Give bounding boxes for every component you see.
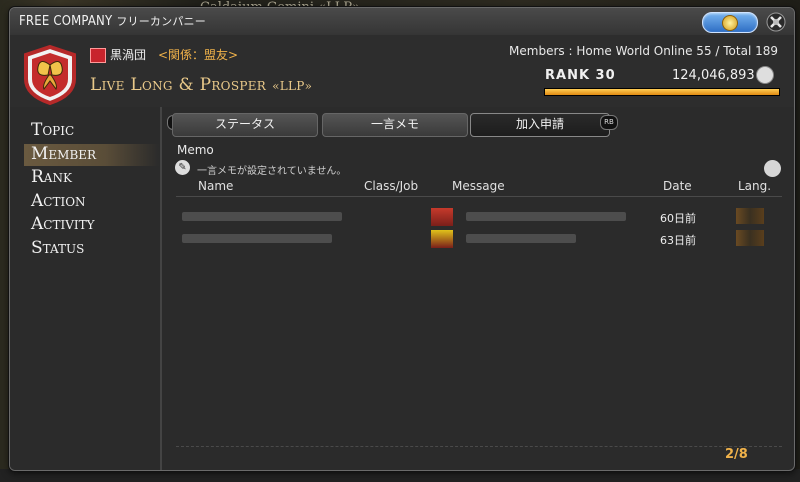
member-panel: LB ステータス 一言メモ 加入申請 RB Memo ✎ 一言メモが設定されてい… [162,107,794,470]
col-header-message[interactable]: Message [452,179,505,193]
window-title: FREE COMPANY フリーカンパニー [19,13,206,29]
tab-applications[interactable]: 加入申請 [470,113,610,137]
tab-memo[interactable]: 一言メモ [322,113,468,137]
col-header-name[interactable]: Name [198,179,233,193]
tab-bar: LB ステータス 一言メモ 加入申請 RB [162,113,618,137]
blurred-player-name [182,234,332,243]
col-header-date[interactable]: Date [663,179,692,193]
grand-company-icon [90,48,106,63]
memo-label: Memo [177,143,214,157]
window-title-main: FREE COMPANY [19,14,113,29]
sidebar-item-activity[interactable]: Activity [31,214,95,234]
fc-tag: «LLP» [272,79,313,93]
sidebar: Topic Member Rank Action Activity Status [10,107,160,470]
sidebar-item-action[interactable]: Action [31,191,86,211]
class-job-icon [431,208,453,226]
row-date: 60日前 [660,212,696,225]
blurred-player-name [182,212,342,221]
fc-name-text: Live Long & Prosper [90,75,267,95]
blurred-message [466,234,576,243]
language-icon [736,208,764,224]
sidebar-item-status[interactable]: Status [31,238,84,258]
title-bar[interactable]: FREE COMPANY フリーカンパニー [10,8,794,36]
grand-company-name: 黒渦団 [110,48,147,62]
blurred-message [466,212,626,221]
rank-progress-bar [544,88,780,96]
fc-crest-icon [24,45,76,105]
free-company-window: FREE COMPANY フリーカンパニー 黒渦団 <関係：盟友> Live Lo… [9,7,795,471]
grand-company-relation: <関係：盟友> [158,48,239,62]
sidebar-item-rank[interactable]: Rank [31,167,72,187]
rank-progress-fill [545,89,779,95]
sidebar-item-topic[interactable]: Topic [31,120,74,140]
row-date: 63日前 [660,234,696,247]
col-header-class-job[interactable]: Class/Job [364,179,418,193]
edit-pencil-icon[interactable]: ✎ [175,160,190,175]
table-row[interactable]: 63日前 [176,228,782,249]
sidebar-item-member[interactable]: Member [31,144,96,164]
page-counter: 2/8 [725,447,748,462]
header-divider [176,196,782,197]
close-x-icon[interactable] [765,11,787,33]
fc-header: 黒渦団 <関係：盟友> Live Long & Prosper «LLP» Mem… [10,35,794,107]
col-header-lang[interactable]: Lang. [738,179,771,193]
window-title-sub: フリーカンパニー [116,15,206,28]
chat-bubble-icon[interactable] [764,160,781,177]
fc-name: Live Long & Prosper «LLP» [90,75,312,95]
fc-rank: RANK 30 [545,68,616,83]
star-icon [756,66,774,84]
language-icon [736,230,764,246]
tab-status[interactable]: ステータス [172,113,318,137]
fc-points: 124,046,893 [672,68,755,83]
table-row[interactable]: 60日前 [176,206,782,227]
gil-coin-button[interactable] [702,12,758,33]
gil-coin-icon [722,15,738,31]
list-bottom-divider [176,446,782,447]
members-count: Members : Home World Online 55 / Total 1… [509,44,778,58]
class-job-icon [431,230,453,248]
memo-text: 一言メモが設定されていません。 [197,166,347,177]
rb-button-icon[interactable]: RB [600,115,618,130]
